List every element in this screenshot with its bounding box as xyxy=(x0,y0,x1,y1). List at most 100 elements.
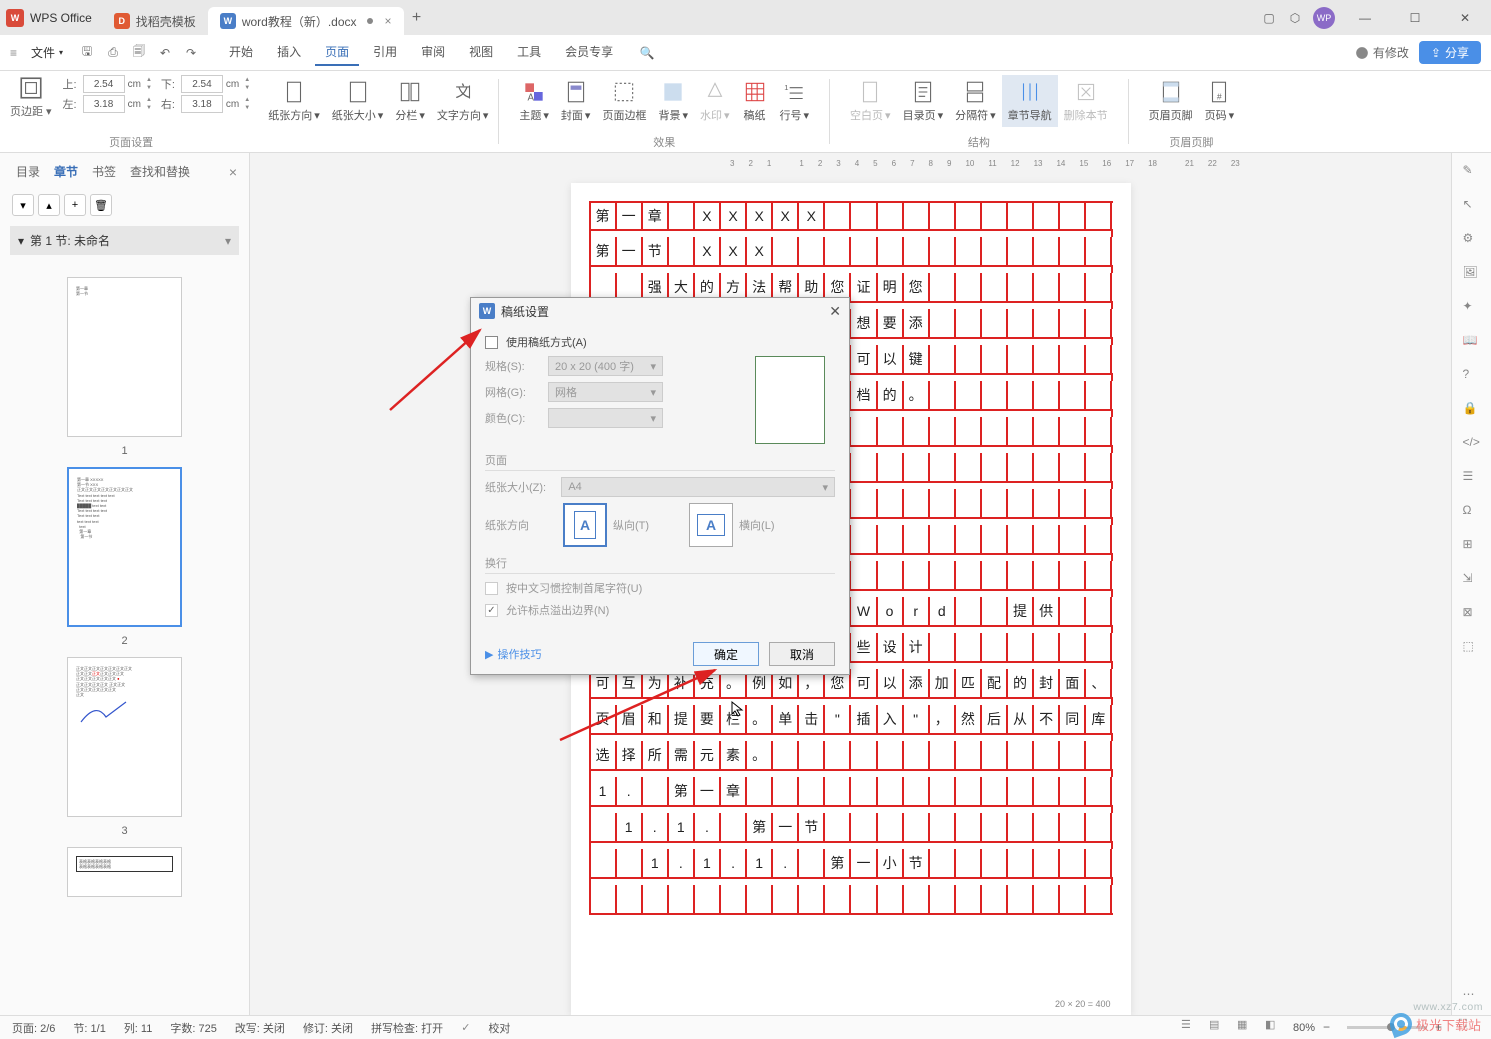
menu-toggle-icon[interactable]: ≡ xyxy=(10,46,17,60)
list-icon[interactable]: ☰ xyxy=(1463,469,1481,487)
landscape-button[interactable]: A xyxy=(689,503,733,547)
x-icon[interactable]: ⊠ xyxy=(1463,605,1481,623)
status-spellcheck[interactable]: 拼写检查: 打开 xyxy=(371,1020,443,1036)
code-icon[interactable]: </> xyxy=(1463,435,1481,453)
status-column[interactable]: 列: 11 xyxy=(124,1020,153,1036)
print-icon[interactable]: ⎙ xyxy=(103,43,123,63)
papersize-select[interactable]: A4▾ xyxy=(561,477,835,497)
save-icon[interactable]: 🖫 xyxy=(77,43,97,63)
page-thumbnail-1[interactable]: 第一章第一节 xyxy=(67,277,182,437)
linenum-button[interactable]: 1行号 ▾ xyxy=(774,75,816,127)
panel-icon[interactable]: ▢ xyxy=(1261,10,1277,26)
fullscreen-icon[interactable]: ⛶ xyxy=(1459,1018,1479,1038)
lock-icon[interactable]: 🔒 xyxy=(1463,401,1481,419)
papersize-button[interactable]: 纸张大小 ▾ xyxy=(326,75,390,152)
blankpage-button[interactable]: 空白页 ▾ xyxy=(844,75,897,127)
nav-add-button[interactable]: + xyxy=(64,194,86,216)
nav-tab-toc[interactable]: 目录 xyxy=(12,161,44,182)
minimize-button[interactable]: — xyxy=(1345,3,1385,33)
preview-icon[interactable]: 🗐 xyxy=(129,43,149,63)
add-tab-button[interactable]: + xyxy=(404,5,430,31)
nav-section-header[interactable]: ▾第 1 节: 未命名▾ xyxy=(10,226,239,255)
help-icon[interactable]: ? xyxy=(1463,367,1481,385)
zoom-out-button[interactable]: − xyxy=(1323,1020,1339,1036)
cube-icon[interactable]: ⬡ xyxy=(1287,10,1303,26)
status-section[interactable]: 节: 1/1 xyxy=(73,1020,105,1036)
cursor-icon[interactable]: ↖ xyxy=(1463,197,1481,215)
separator-button[interactable]: 分隔符 ▾ xyxy=(949,75,1002,127)
spec-select[interactable]: 20 x 20 (400 字)▾ xyxy=(548,356,663,376)
tab-document[interactable]: W word教程（新）.docx × xyxy=(208,7,404,35)
close-window-button[interactable]: ✕ xyxy=(1445,3,1485,33)
margin-left-input[interactable]: 3.18 xyxy=(83,95,125,113)
search-icon[interactable]: 🔍 xyxy=(637,43,657,63)
margin-bottom-input[interactable]: 2.54 xyxy=(181,75,223,93)
textdir-button[interactable]: 文文字方向 ▾ xyxy=(431,75,495,152)
has-edit-indicator[interactable]: 有修改 xyxy=(1355,44,1409,61)
nav-close-icon[interactable]: × xyxy=(229,164,237,180)
zoom-slider[interactable] xyxy=(1347,1026,1427,1029)
document-scroll[interactable]: 第一章 XXXXX第一节 XXX强大的方法帮助您证明您机视频时，可以在想要添中进… xyxy=(250,173,1451,1015)
settings-icon[interactable]: ⚙ xyxy=(1463,231,1481,249)
view-mode-2[interactable]: ▤ xyxy=(1209,1018,1229,1038)
cjk-control-checkbox[interactable] xyxy=(485,582,498,595)
book-icon[interactable]: 📖 xyxy=(1463,333,1481,351)
view-mode-1[interactable]: ☰ xyxy=(1181,1018,1201,1038)
pagenum-button[interactable]: #页码 ▾ xyxy=(1199,75,1241,127)
dialog-close-button[interactable]: ✕ xyxy=(829,303,841,320)
punct-overflow-checkbox[interactable] xyxy=(485,604,498,617)
undo-icon[interactable]: ↶ xyxy=(155,43,175,63)
dialog-titlebar[interactable]: W 稿纸设置 ✕ xyxy=(471,298,849,324)
status-rewrite[interactable]: 改写: 关闭 xyxy=(235,1020,285,1036)
gridpaper-button[interactable]: 稿纸 xyxy=(736,75,774,127)
menu-insert[interactable]: 插入 xyxy=(267,39,311,66)
nav-down-button[interactable]: ▾ xyxy=(12,194,34,216)
menu-review[interactable]: 审阅 xyxy=(411,39,455,66)
image-icon[interactable]: 🖼 xyxy=(1463,265,1481,283)
grid-select[interactable]: 网格▾ xyxy=(548,382,663,402)
headerfooter-button[interactable]: 页眉页脚 xyxy=(1143,75,1199,127)
menu-view[interactable]: 视图 xyxy=(459,39,503,66)
cover-button[interactable]: 封面 ▾ xyxy=(555,75,597,127)
status-words[interactable]: 字数: 725 xyxy=(170,1020,216,1036)
ok-button[interactable]: 确定 xyxy=(693,642,759,666)
redo-icon[interactable]: ↷ xyxy=(181,43,201,63)
cancel-button[interactable]: 取消 xyxy=(769,642,835,666)
portrait-button[interactable]: A xyxy=(563,503,607,547)
status-revision[interactable]: 修订: 关闭 xyxy=(303,1020,353,1036)
page-thumbnail-3[interactable]: 正文正文正文正文正文正文正文正文正文正文正文正文正文正文正文正文正文正文 ●正文… xyxy=(67,657,182,817)
omega-icon[interactable]: Ω xyxy=(1463,503,1481,521)
nav-tab-bookmark[interactable]: 书签 xyxy=(88,161,120,182)
nav-tab-find[interactable]: 查找和替换 xyxy=(126,161,194,182)
align-icon[interactable]: ⊞ xyxy=(1463,537,1481,555)
pencil-icon[interactable]: ✎ xyxy=(1463,163,1481,181)
pageborder-button[interactable]: 页面边框 xyxy=(596,75,652,127)
pdf-icon[interactable]: ⬚ xyxy=(1463,639,1481,657)
orientation-button[interactable]: 纸张方向 ▾ xyxy=(262,75,326,152)
menu-tools[interactable]: 工具 xyxy=(507,39,551,66)
tocpage-button[interactable]: 目录页 ▾ xyxy=(897,75,950,127)
tips-link[interactable]: ▶ 操作技巧 xyxy=(485,646,541,662)
page-thumbnail-2[interactable]: 第一章 XXXXX第一节 XXX正文正文正文正文正文正文正文Text text … xyxy=(67,467,182,627)
status-page[interactable]: 页面: 2/6 xyxy=(12,1020,55,1036)
menu-member[interactable]: 会员专享 xyxy=(555,39,623,66)
menu-page[interactable]: 页面 xyxy=(315,39,359,66)
chapternav-button[interactable]: 章节导航 xyxy=(1002,75,1058,127)
export-icon[interactable]: ⇲ xyxy=(1463,571,1481,589)
watermark-button[interactable]: 水印 ▾ xyxy=(694,75,736,127)
file-menu[interactable]: 文件 ▾ xyxy=(23,44,71,61)
margin-right-input[interactable]: 3.18 xyxy=(181,95,223,113)
zoom-in-button[interactable]: + xyxy=(1435,1020,1451,1036)
user-avatar[interactable]: WP xyxy=(1313,7,1335,29)
view-mode-4[interactable]: ◧ xyxy=(1265,1018,1285,1038)
margins-button[interactable]: 页边距 ▾ xyxy=(10,103,52,119)
color-select[interactable]: ▾ xyxy=(548,408,663,428)
use-grid-checkbox[interactable] xyxy=(485,336,498,349)
nav-up-button[interactable]: ▴ xyxy=(38,194,60,216)
share-button[interactable]: ⇪ 分享 xyxy=(1419,41,1481,64)
close-tab-icon[interactable]: × xyxy=(385,14,392,28)
view-mode-3[interactable]: ▦ xyxy=(1237,1018,1257,1038)
page-thumbnail-4[interactable]: 表格表格表格表格表格表格表格表格 xyxy=(67,847,182,897)
maximize-button[interactable]: ☐ xyxy=(1395,3,1435,33)
nav-tab-chapter[interactable]: 章节 xyxy=(50,161,82,182)
